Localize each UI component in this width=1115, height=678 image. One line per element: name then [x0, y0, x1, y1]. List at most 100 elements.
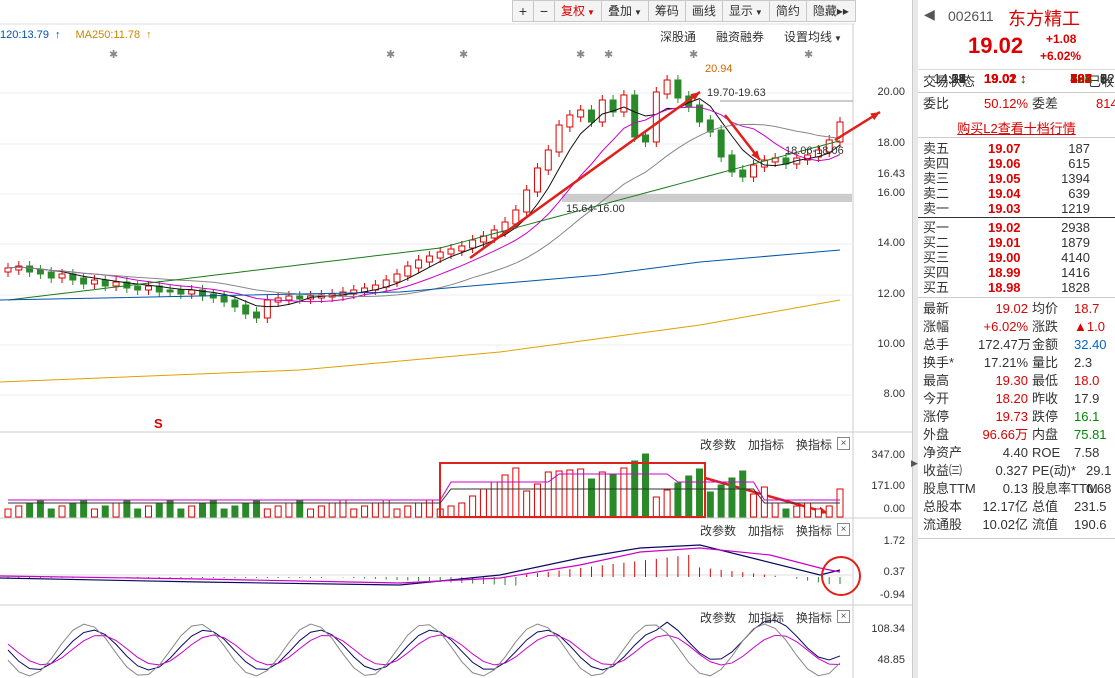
stat-row: 涨停 19.73 跌停 16.1 [918, 408, 1115, 426]
stat-value: 0.13 [1002, 481, 1028, 496]
ma10-line [7, 106, 841, 303]
volume-bar [198, 502, 206, 518]
adjust-price-dropdown[interactable]: 复权 ▼ [554, 0, 602, 22]
bid-row[interactable]: 买三 19.00 4140 [918, 250, 1115, 265]
volume-axis-tick: 0.00 [883, 503, 905, 515]
stat-value: 18.0 [1074, 373, 1100, 388]
range-annotation: 19.70-19.63 [707, 87, 766, 99]
ma5-line [7, 98, 841, 308]
stat-value: 16.1 [1074, 409, 1100, 424]
switch-indicator-link[interactable]: 换指标 [796, 609, 832, 626]
volume-bar [361, 505, 369, 518]
kline-chart-canvas[interactable]: ✱ ✱ ✱ ✱ ✱ ✱ ✱ 20.94 19.70-19.63 15.64-16.00 18.06-… [0, 0, 912, 678]
overlay-dropdown[interactable]: 叠加 ▼ [600, 0, 649, 22]
candle-body [26, 265, 34, 273]
edit-params-link[interactable]: 改参数 [700, 522, 736, 539]
ask-row[interactable]: 卖二 19.04 639 [918, 186, 1115, 201]
sub-navigation: 深股通 融资融券 设置均线 ▼ [660, 28, 842, 45]
candle-body [425, 255, 433, 263]
close-icon[interactable]: × [837, 610, 850, 623]
candle-body [220, 295, 228, 303]
candle-body [144, 285, 152, 291]
volume-bar [15, 505, 23, 518]
simple-mode-button[interactable]: 简约 [768, 0, 807, 22]
bid-level-label: 买一 [923, 220, 950, 235]
volume-bar [393, 508, 401, 518]
hide-button[interactable]: 隐藏▸▸ [805, 0, 856, 22]
divider [918, 538, 1115, 539]
hk-connect-link[interactable]: 深股通 [660, 28, 696, 45]
stat-value: 19.30 [995, 373, 1028, 388]
draw-line-button[interactable]: 画线 [684, 0, 723, 22]
candle-body [436, 251, 444, 259]
order-ratio-value: 50.12% [984, 96, 1029, 111]
macd-dea-line [0, 547, 841, 584]
stat-label: 涨幅 [923, 319, 950, 334]
ask-row[interactable]: 卖三 19.05 1394 [918, 171, 1115, 186]
switch-indicator-link[interactable]: 换指标 [796, 436, 832, 453]
volume-bar [609, 474, 617, 518]
stat-row: 股息TTM 0.13 股息率TTM 0.68 [918, 480, 1115, 498]
event-marker-icon: ✱ [576, 49, 585, 61]
price-axis-tick: 8.00 [883, 388, 905, 400]
stat-row: 收益㈢ 0.327 PE(动)* 29.1 [918, 462, 1115, 480]
switch-indicator-link[interactable]: 换指标 [796, 522, 832, 539]
ask-row[interactable]: 卖五 19.07 187 [918, 141, 1115, 156]
add-indicator-link[interactable]: 加指标 [748, 522, 784, 539]
bid-volume: 1416 [1061, 265, 1090, 280]
bid-row[interactable]: 买一 19.02 2938 [918, 220, 1115, 235]
volume-bar [782, 508, 790, 518]
zoom-out-button[interactable]: − [533, 0, 555, 22]
stock-change-percent: +6.02% [1040, 49, 1082, 63]
candle-body [577, 109, 585, 118]
zoom-in-button[interactable]: + [512, 0, 534, 22]
add-indicator-link[interactable]: 加指标 [748, 609, 784, 626]
stat-value: 17.9 [1074, 391, 1100, 406]
volume-bar [469, 495, 477, 518]
volume-bar [231, 505, 239, 518]
chevron-left-icon[interactable]: ◀ [924, 6, 935, 23]
volume-bar [652, 496, 660, 518]
range-annotation: 15.64-16.00 [566, 203, 625, 215]
volume-bar [479, 488, 487, 518]
display-dropdown[interactable]: 显示 ▼ [721, 0, 770, 22]
close-icon[interactable]: × [837, 523, 850, 536]
stat-value: 29.1 [1086, 463, 1112, 478]
buy-sell-marker: S [154, 416, 163, 431]
margin-trading-link[interactable]: 融资融券 [716, 28, 764, 45]
candle-body [177, 289, 185, 295]
ask-row[interactable]: 卖一 19.03 1219 [918, 201, 1115, 216]
bid-level-label: 买三 [923, 250, 950, 265]
macd-axis-tick: 0.37 [883, 566, 905, 578]
volume-bar [69, 502, 77, 518]
chart-toolbar: + − 复权 ▼ 叠加 ▼ 筹码 画线 显示 ▼ 简约 隐藏▸▸ [512, 0, 856, 24]
stock-name: 东方精工 [1008, 9, 1080, 29]
stat-value: ▲1.0 [1074, 319, 1105, 334]
close-icon[interactable]: × [837, 437, 850, 450]
ma-settings-dropdown[interactable]: 设置均线 ▼ [784, 28, 842, 45]
ask-volume: 187 [1068, 141, 1090, 156]
ask-row[interactable]: 卖四 19.06 615 [918, 156, 1115, 171]
volume-bar [501, 474, 509, 518]
stat-row: 今开 18.20 昨收 17.9 [918, 390, 1115, 408]
bid-row[interactable]: 买四 18.99 1416 [918, 265, 1115, 280]
candle-body [663, 79, 671, 95]
edit-params-link[interactable]: 改参数 [700, 436, 736, 453]
stat-label: 均价 [1032, 301, 1059, 316]
candle-body [587, 109, 595, 123]
volume-bar [577, 468, 585, 518]
bid-price: 19.00 [988, 250, 1021, 265]
range-annotation: 18.06-18.06 [785, 145, 844, 157]
bid-row[interactable]: 买五 18.98 1828 [918, 280, 1115, 295]
collapse-arrow-icon[interactable]: ▶ [911, 458, 918, 478]
bid-row[interactable]: 买二 19.01 1879 [918, 235, 1115, 250]
chips-button[interactable]: 筹码 [647, 0, 686, 22]
volume-bar [728, 477, 736, 518]
ma-legend: 120:13.79 ↑ MA250:11.78 ↑ [0, 29, 164, 41]
edit-params-link[interactable]: 改参数 [700, 609, 736, 626]
chart-area[interactable]: ✱ ✱ ✱ ✱ ✱ ✱ ✱ 20.94 19.70-19.63 15.64-16.00 18.06-… [0, 0, 912, 678]
candle-body [285, 295, 293, 301]
add-indicator-link[interactable]: 加指标 [748, 436, 784, 453]
ma250-line [0, 299, 841, 383]
buy-l2-link[interactable]: 购买L2查看十档行情 [918, 118, 1115, 137]
